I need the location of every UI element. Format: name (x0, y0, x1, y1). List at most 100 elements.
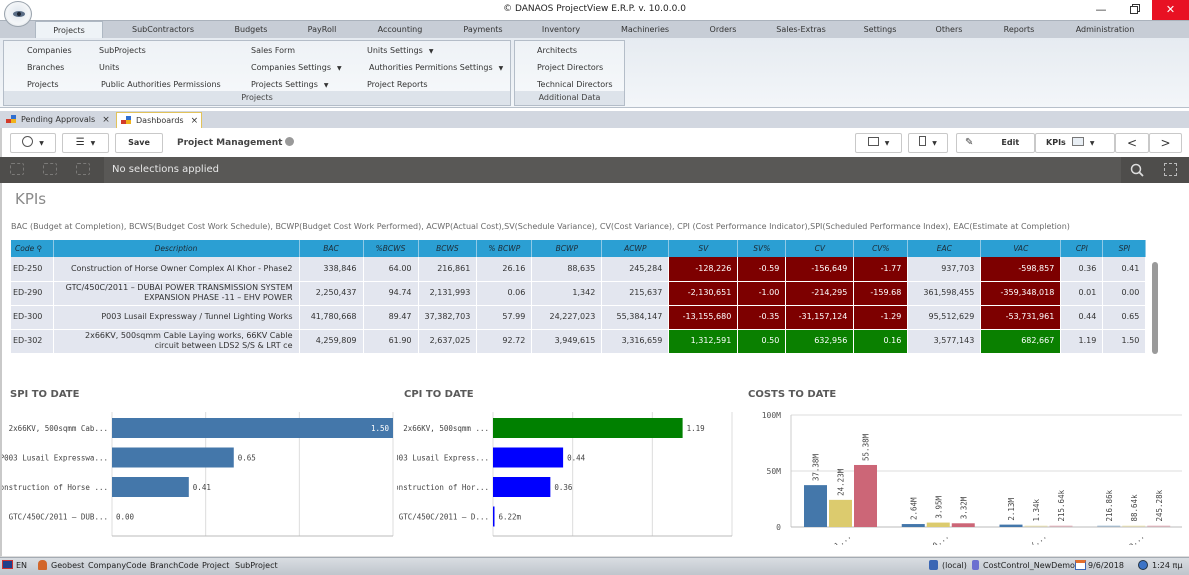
cell-code[interactable]: ED-250 (11, 257, 54, 282)
ribbon-item-project-directors[interactable]: Project Directors (537, 63, 603, 72)
ribbon-tab-accounting[interactable]: Accounting (370, 21, 430, 39)
navigation-menu-button[interactable]: ▼ (10, 133, 56, 153)
ribbon-item-companies[interactable]: Companies (27, 46, 72, 55)
ribbon-item-projects-settings[interactable]: Projects Settings ▼ (251, 80, 329, 89)
ribbon-item-project-reports[interactable]: Project Reports (367, 80, 428, 89)
column-header-spi[interactable]: SPI (1102, 240, 1147, 257)
next-sheet-button[interactable]: > (1149, 133, 1182, 153)
bar-bcws (999, 524, 1023, 527)
ribbon-tab-budgets[interactable]: Budgets (225, 21, 277, 39)
bar-value-label: 216.86k (1105, 489, 1114, 521)
y-category-label: 2x66KV, 500sqmm ... (403, 424, 489, 433)
ribbon-tab-administration[interactable]: Administration (1064, 21, 1146, 39)
ribbon-item-companies-settings[interactable]: Companies Settings ▼ (251, 63, 342, 72)
info-icon[interactable] (285, 137, 295, 146)
clock-icon (1138, 560, 1148, 570)
ribbon-item-public-authorities-permissions[interactable]: Public Authorities Permissions (101, 80, 221, 89)
close-button[interactable]: ✕ (1152, 0, 1189, 20)
search-icon[interactable]: ⚲ (37, 244, 43, 253)
ribbon-item-projects[interactable]: Projects (27, 80, 59, 89)
y-category-label: P003 Lusail Expresswa... (2, 454, 108, 463)
sheet-list-button[interactable]: ☰ ▼ (62, 133, 109, 153)
ribbon-item-authorities-permitions-settings[interactable]: Authorities Permitions Settings ▼ (369, 63, 503, 72)
save-button[interactable]: Save (115, 133, 163, 153)
column-header-bcwp[interactable]: BCWP (531, 240, 603, 257)
ribbon-item-units-settings[interactable]: Units Settings ▼ (367, 46, 433, 55)
ribbon-tab-projects[interactable]: Projects (35, 21, 103, 39)
sheet-selector[interactable]: KPIs ▼ (1035, 133, 1115, 153)
bookmark-button[interactable]: ▼ (908, 133, 948, 153)
table-row[interactable]: ED-300 P003 Lusail Expressway / Tunnel Li… (11, 305, 1147, 330)
column-header-description[interactable]: Description (53, 240, 300, 257)
language-indicator[interactable]: EN (16, 561, 27, 570)
cell-description[interactable]: Construction of Horse Owner Complex Al K… (53, 257, 300, 282)
table-row[interactable]: ED-302 2x66KV, 500sqmm Cable Laying works… (11, 329, 1147, 354)
table-scrollbar[interactable] (1152, 262, 1158, 354)
ribbon-tab-payroll[interactable]: PayRoll (296, 21, 348, 39)
ribbon-tab-reports[interactable]: Reports (993, 21, 1045, 39)
step-back-icon[interactable] (10, 163, 24, 175)
cell-code[interactable]: ED-302 (11, 329, 54, 354)
ribbon-item-units[interactable]: Units (99, 63, 119, 72)
cell-description[interactable]: GTC/450C/2011 – DUBAI POWER TRANSMISSION… (53, 281, 300, 306)
ribbon-item-architects[interactable]: Architects (537, 46, 577, 55)
column-header-sv[interactable]: SV (668, 240, 739, 257)
column-header-code[interactable]: Code ⚲ (11, 240, 54, 257)
ribbon-tab-payments[interactable]: Payments (455, 21, 511, 39)
present-button[interactable]: ▼ (855, 133, 902, 153)
close-tab-icon[interactable]: × (191, 116, 199, 126)
minimize-button[interactable]: — (1084, 0, 1118, 20)
column-header-bcws[interactable]: BCWS (418, 240, 478, 257)
search-icon[interactable] (1130, 163, 1144, 177)
table-row[interactable]: ED-250 Construction of Horse Owner Comple… (11, 257, 1147, 282)
cell-eac: 361,598,455 (907, 281, 982, 306)
column-header-eac[interactable]: EAC (907, 240, 982, 257)
cell-code[interactable]: ED-300 (11, 305, 54, 330)
ribbon-tab-settings[interactable]: Settings (855, 21, 905, 39)
column-header-acwp[interactable]: ACWP (601, 240, 670, 257)
app-logo[interactable] (4, 1, 32, 27)
ribbon-item-technical-directors[interactable]: Technical Directors (537, 80, 613, 89)
ribbon-tab-bar: Projects SubContractors Budgets PayRoll … (0, 20, 1189, 39)
table-row[interactable]: ED-290 GTC/450C/2011 – DUBAI POWER TRANSM… (11, 281, 1147, 306)
y-tick-label: 100M (762, 411, 781, 420)
sheet-content: KPIs BAC (Budget at Completion), BCWS(Bu… (0, 183, 1189, 550)
ribbon-tab-subcontractors[interactable]: SubContractors (118, 21, 208, 39)
cell-bcws: 2,131,993 (418, 281, 478, 306)
costs-chart: 050M100M37.38M24.23M55.38MP003 Lusail...… (762, 411, 1182, 550)
ribbon-tab-orders[interactable]: Orders (700, 21, 746, 39)
cell-spi: 0.65 (1102, 305, 1147, 330)
column-header-bac[interactable]: BAC (299, 240, 364, 257)
server-icon (929, 560, 938, 570)
branch-code: BranchCode (150, 561, 199, 570)
selection-tool-icon[interactable] (1164, 163, 1177, 176)
edit-button[interactable]: ✎ Edit (956, 133, 1035, 153)
ribbon-tab-sales-extras[interactable]: Sales-Extras (768, 21, 834, 39)
ribbon-item-subprojects[interactable]: SubProjects (99, 46, 146, 55)
step-forward-icon[interactable] (43, 163, 57, 175)
column-header-vac[interactable]: VAC (980, 240, 1062, 257)
bar-value-label: 24.23M (837, 468, 846, 496)
costs-chart-title: COSTS TO DATE (748, 389, 837, 400)
tab-pending-approvals[interactable]: Pending Approvals × (2, 112, 114, 128)
ribbon-tab-others[interactable]: Others (926, 21, 972, 39)
clear-selections-icon[interactable] (76, 163, 90, 175)
column-header-sv-pct[interactable]: SV% (737, 240, 787, 257)
ribbon-tab-machineries[interactable]: Machineries (614, 21, 676, 39)
column-header-cv-pct[interactable]: CV% (853, 240, 909, 257)
ribbon-tab-inventory[interactable]: Inventory (535, 21, 587, 39)
cell-description[interactable]: P003 Lusail Expressway / Tunnel Lighting… (53, 305, 300, 330)
ribbon-item-sales-form[interactable]: Sales Form (251, 46, 295, 55)
ribbon-item-branches[interactable]: Branches (27, 63, 64, 72)
column-header-pct-bcws[interactable]: %BCWS (363, 240, 419, 257)
y-category-label: P003 Lusail Express... (397, 454, 489, 463)
column-header-cv[interactable]: CV (785, 240, 855, 257)
previous-sheet-button[interactable]: < (1115, 133, 1149, 153)
close-tab-icon[interactable]: × (102, 115, 110, 125)
column-header-cpi[interactable]: CPI (1060, 240, 1104, 257)
cell-description[interactable]: 2x66KV, 500sqmm Cable Laying works, 66KV… (53, 329, 300, 354)
column-header-pct-bcwp[interactable]: % BCWP (476, 240, 533, 257)
cell-code[interactable]: ED-290 (11, 281, 54, 306)
tab-dashboards[interactable]: Dashboards × (116, 112, 202, 128)
restore-button[interactable] (1117, 0, 1151, 20)
